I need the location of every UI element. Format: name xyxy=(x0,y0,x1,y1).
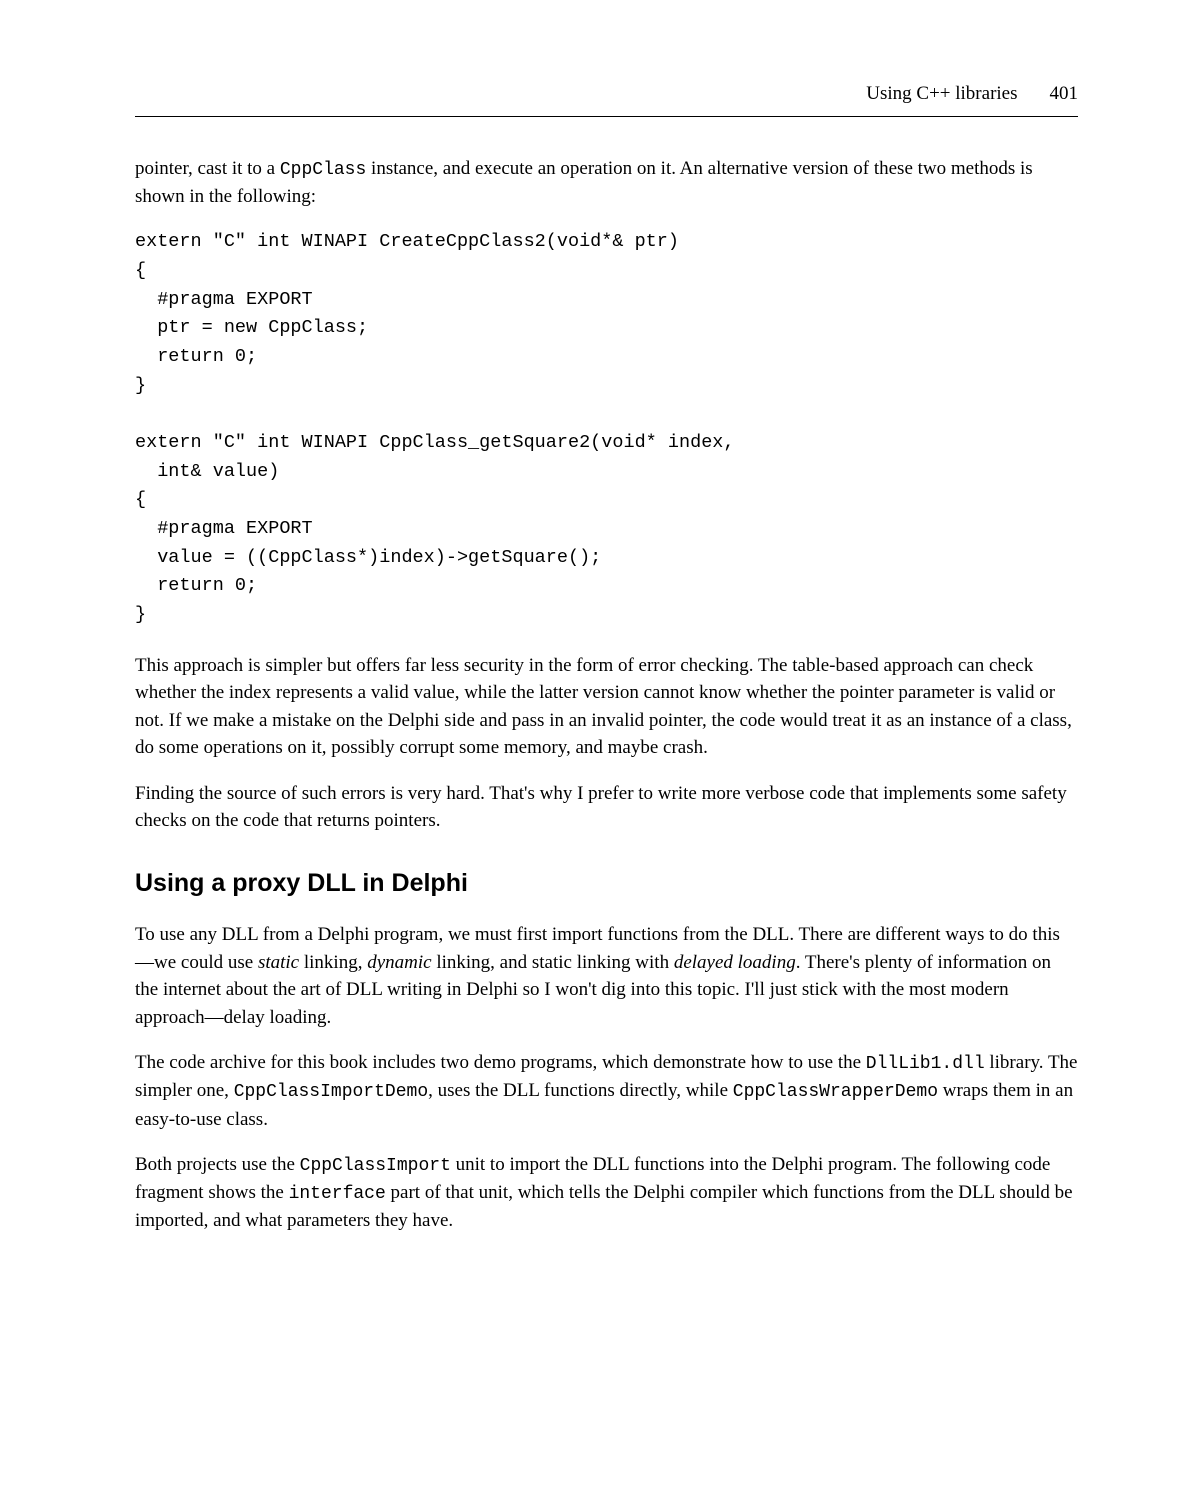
code-block-1: extern "C" int WINAPI CreateCppClass2(vo… xyxy=(135,228,1078,629)
page-header: Using C++ libraries 401 xyxy=(135,80,1078,108)
paragraph-3: Finding the source of such errors is ver… xyxy=(135,780,1078,835)
p4-em-dynamic: dynamic xyxy=(367,952,431,973)
heading-proxy-dll: Using a proxy DLL in Delphi xyxy=(135,865,1078,901)
p4-em-delayed: delayed loading xyxy=(674,952,796,973)
intro-paragraph: pointer, cast it to a CppClass instance,… xyxy=(135,155,1078,211)
p6-s1: Both projects use the xyxy=(135,1154,300,1175)
p4-em-static: static xyxy=(258,952,299,973)
inline-code-interface: interface xyxy=(289,1184,386,1204)
header-title: Using C++ libraries xyxy=(866,80,1017,108)
p4-s3: linking, and static linking with xyxy=(432,952,674,973)
p4-s2: linking, xyxy=(299,952,367,973)
p5-s3: , uses the DLL functions directly, while xyxy=(428,1080,733,1101)
inline-code-cppclassimport: CppClassImport xyxy=(300,1156,451,1176)
inline-code-dlllib1: DllLib1.dll xyxy=(866,1054,985,1074)
inline-code-importdemo: CppClassImportDemo xyxy=(234,1082,428,1102)
inline-code-cppclass: CppClass xyxy=(280,160,366,180)
paragraph-6: Both projects use the CppClassImport uni… xyxy=(135,1151,1078,1235)
paragraph-5: The code archive for this book includes … xyxy=(135,1049,1078,1133)
header-rule xyxy=(135,116,1078,117)
p5-s1: The code archive for this book includes … xyxy=(135,1052,866,1073)
intro-prefix: pointer, cast it to a xyxy=(135,158,280,179)
inline-code-wrapperdemo: CppClassWrapperDemo xyxy=(733,1082,938,1102)
paragraph-2: This approach is simpler but offers far … xyxy=(135,652,1078,762)
paragraph-4: To use any DLL from a Delphi program, we… xyxy=(135,921,1078,1031)
page-number: 401 xyxy=(1050,80,1079,108)
